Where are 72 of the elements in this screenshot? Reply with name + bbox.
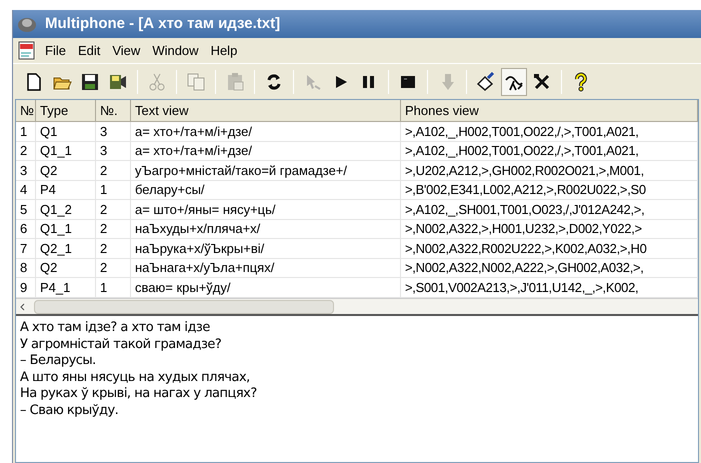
- table-cell: Q2: [36, 161, 96, 180]
- menu-item[interactable]: View: [106, 40, 146, 60]
- table-cell: сваю= кры+ўду/: [131, 278, 401, 296]
- table-cell: 7: [16, 239, 36, 258]
- table-cell: >,N002,A322,>,H001,U232,>,D002,Y022,>: [401, 220, 698, 238]
- text-line: – Сваю крыўду.: [20, 402, 120, 419]
- table-cell: >,N002,A322,N002,A222,>,GH002,A032,>,: [401, 258, 698, 277]
- clipboard-icon: [225, 72, 245, 92]
- document-icon: [17, 40, 37, 60]
- table-cell: наЪрука+х/ўЪкры+ві/: [131, 239, 401, 258]
- table-cell: а= хто+/та+м/і+дзе/: [131, 122, 401, 140]
- table-cell: 2: [96, 200, 131, 218]
- table-cell: Q1_1: [36, 220, 96, 238]
- text-line: На руках ў крыві, на нагах у лапцях?: [20, 386, 258, 402]
- table-cell: P4: [36, 180, 96, 199]
- text-line: А хто там ідзе? а хто там ідзе: [20, 320, 211, 336]
- horizontal-scrollbar[interactable]: [16, 298, 698, 314]
- wave-glyph-button[interactable]: [501, 68, 527, 96]
- menu-item[interactable]: Help: [204, 40, 244, 60]
- table-cell: >,B'002,E341,L002,A212,>,R002U022,>,S0: [401, 180, 698, 199]
- table-cell: Q2_1: [36, 239, 96, 258]
- table-cell: 8: [16, 258, 36, 277]
- table-cell: 2: [96, 161, 131, 180]
- table-cell: 2: [16, 142, 36, 160]
- table-cell: 3: [96, 142, 131, 160]
- app-icon: [17, 15, 37, 33]
- copy-icon: [186, 72, 206, 92]
- window-title: Multiphone - [А хто там идзе.txt]: [45, 14, 280, 34]
- column-header[interactable]: №: [16, 100, 36, 121]
- table-cell: >,A102,_,H002,T001,O022,/,>,T001,A021,: [401, 122, 698, 140]
- table-cell: 1: [96, 278, 131, 296]
- table-cell: 6: [16, 220, 36, 238]
- table-cell: Q2: [36, 258, 96, 277]
- table-cell: 2: [96, 258, 131, 277]
- table-cell: наЪхуды+х/пляча+х/: [131, 220, 401, 238]
- table-cell: P4_1: [36, 278, 96, 296]
- table-cell: белару+сы/: [131, 180, 401, 199]
- brush-icon: [476, 72, 496, 92]
- text-line: – Беларусы.: [20, 353, 97, 370]
- scrollbar-thumb[interactable]: [34, 300, 334, 314]
- column-header[interactable]: Text view: [131, 100, 401, 121]
- table-cell: >,N002,A322,R002U222,>,K002,A032,>,H0: [401, 239, 698, 258]
- table-cell: а= хто+/та+м/і+дзе/: [131, 142, 401, 160]
- table-cell: наЪнага+х/уЪла+пцях/: [131, 258, 401, 277]
- text-panel[interactable]: А хто там ідзе? а хто там ідзе У агромністай такой грамадзе? – Беларусы. А што яны нясуць на худых плячах, На руках ў крыві, на нагах у лапцях? – Сваю крыўду.: [16, 314, 698, 462]
- text-line: У агромністай такой грамадзе?: [20, 336, 222, 353]
- table-cell: >,U202,A212,>,GH002,R002O021,>,M001,: [401, 161, 698, 180]
- table-cell: 3: [96, 122, 131, 140]
- table-cell: Q1: [36, 122, 96, 140]
- column-header[interactable]: Type: [36, 100, 96, 121]
- table-cell: >,S001,V002A213,>,J'011,U142,_,>,K002,: [401, 278, 698, 296]
- table-cell: >,A102,_,H002,T001,O022,/,>,T001,A021,: [401, 142, 698, 160]
- column-header[interactable]: №.: [96, 100, 131, 121]
- table-cell: 1: [96, 180, 131, 199]
- column-header[interactable]: Phones view: [401, 100, 698, 121]
- table-cell: 3: [16, 161, 36, 180]
- scissors-icon: [147, 72, 167, 92]
- menu-item[interactable]: Window: [146, 40, 205, 60]
- table-cell: 2: [96, 239, 131, 258]
- table-cell: 9: [16, 278, 36, 296]
- text-line: А што яны нясуць на худых плячах,: [20, 370, 251, 386]
- table-cell: 4: [16, 180, 36, 199]
- table-cell: уЪагро+мністай/тако=й грамадзе+/: [131, 161, 401, 180]
- table-cell: 5: [16, 200, 36, 218]
- menu-item[interactable]: Edit: [72, 40, 106, 60]
- table-cell: а= што+/яны= нясу+ць/: [131, 200, 401, 218]
- table-cell: Q1_2: [36, 200, 96, 218]
- table-cell: 2: [96, 220, 131, 238]
- table-cell: 1: [16, 122, 36, 140]
- table-cell: >,A102,_,SH001,T001,O023,/,J'012A242,>,: [401, 200, 698, 218]
- menu-item[interactable]: File: [39, 40, 72, 60]
- table-cell: Q1_1: [36, 142, 96, 160]
